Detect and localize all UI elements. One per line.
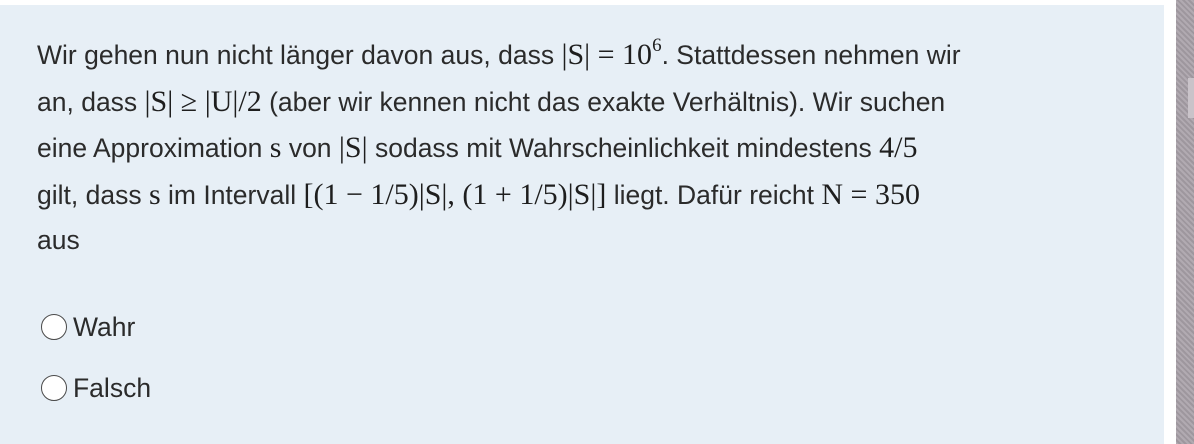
option-wahr[interactable]: Wahr: [41, 311, 135, 343]
option-label-falsch: Falsch: [73, 372, 152, 403]
radio-button-falsch[interactable]: [41, 375, 67, 401]
math: |S| ≥ |U|/2: [144, 84, 262, 118]
option-label-wahr: Wahr: [73, 311, 136, 342]
text: sodass mit Wahrscheinlichkeit mindestens: [367, 133, 880, 163]
text: gilt, dass: [37, 179, 149, 210]
math: s: [148, 177, 161, 211]
window-edge: [1164, 0, 1176, 444]
radio-button-wahr[interactable]: [41, 314, 67, 340]
math-exponent: 6: [652, 35, 662, 56]
question-text: Wir gehen nun nicht länger davon aus, da…: [37, 32, 1152, 264]
text: an, dass: [37, 86, 145, 117]
question-line-2: an, dass |S| ≥ |U|/2 (aber wir kennen ni…: [37, 79, 1152, 126]
math: |S|: [338, 131, 368, 164]
math: |S| = 10: [561, 38, 653, 71]
background-texture: [1176, 0, 1194, 444]
math: N = 350: [821, 177, 920, 211]
text: im Intervall: [160, 179, 304, 210]
text: von: [281, 133, 339, 163]
side-handle: [1188, 78, 1194, 118]
question-line-1: Wir gehen nun nicht länger davon aus, da…: [37, 32, 1152, 79]
text: (aber wir kennen nicht das exakte Verhäl…: [261, 86, 946, 117]
text: eine Approximation: [37, 133, 270, 163]
math: [(1 − 1/5)|S|, (1 + 1/5)|S|]: [303, 177, 607, 211]
question-line-3: eine Approximation s von |S| sodass mit …: [37, 125, 1152, 172]
text: liegt. Dafür reicht: [606, 179, 822, 210]
text: aus: [37, 225, 80, 255]
math: s: [269, 131, 282, 164]
question-line-4: gilt, dass s im Intervall [(1 − 1/5)|S|,…: [37, 172, 1152, 219]
question-line-5: aus: [37, 218, 1152, 264]
text: Wir gehen nun nicht länger davon aus, da…: [37, 40, 562, 70]
text: . Stattdessen nehmen wir: [661, 40, 961, 70]
option-falsch[interactable]: Falsch: [41, 372, 151, 404]
math: 4/5: [879, 131, 918, 164]
